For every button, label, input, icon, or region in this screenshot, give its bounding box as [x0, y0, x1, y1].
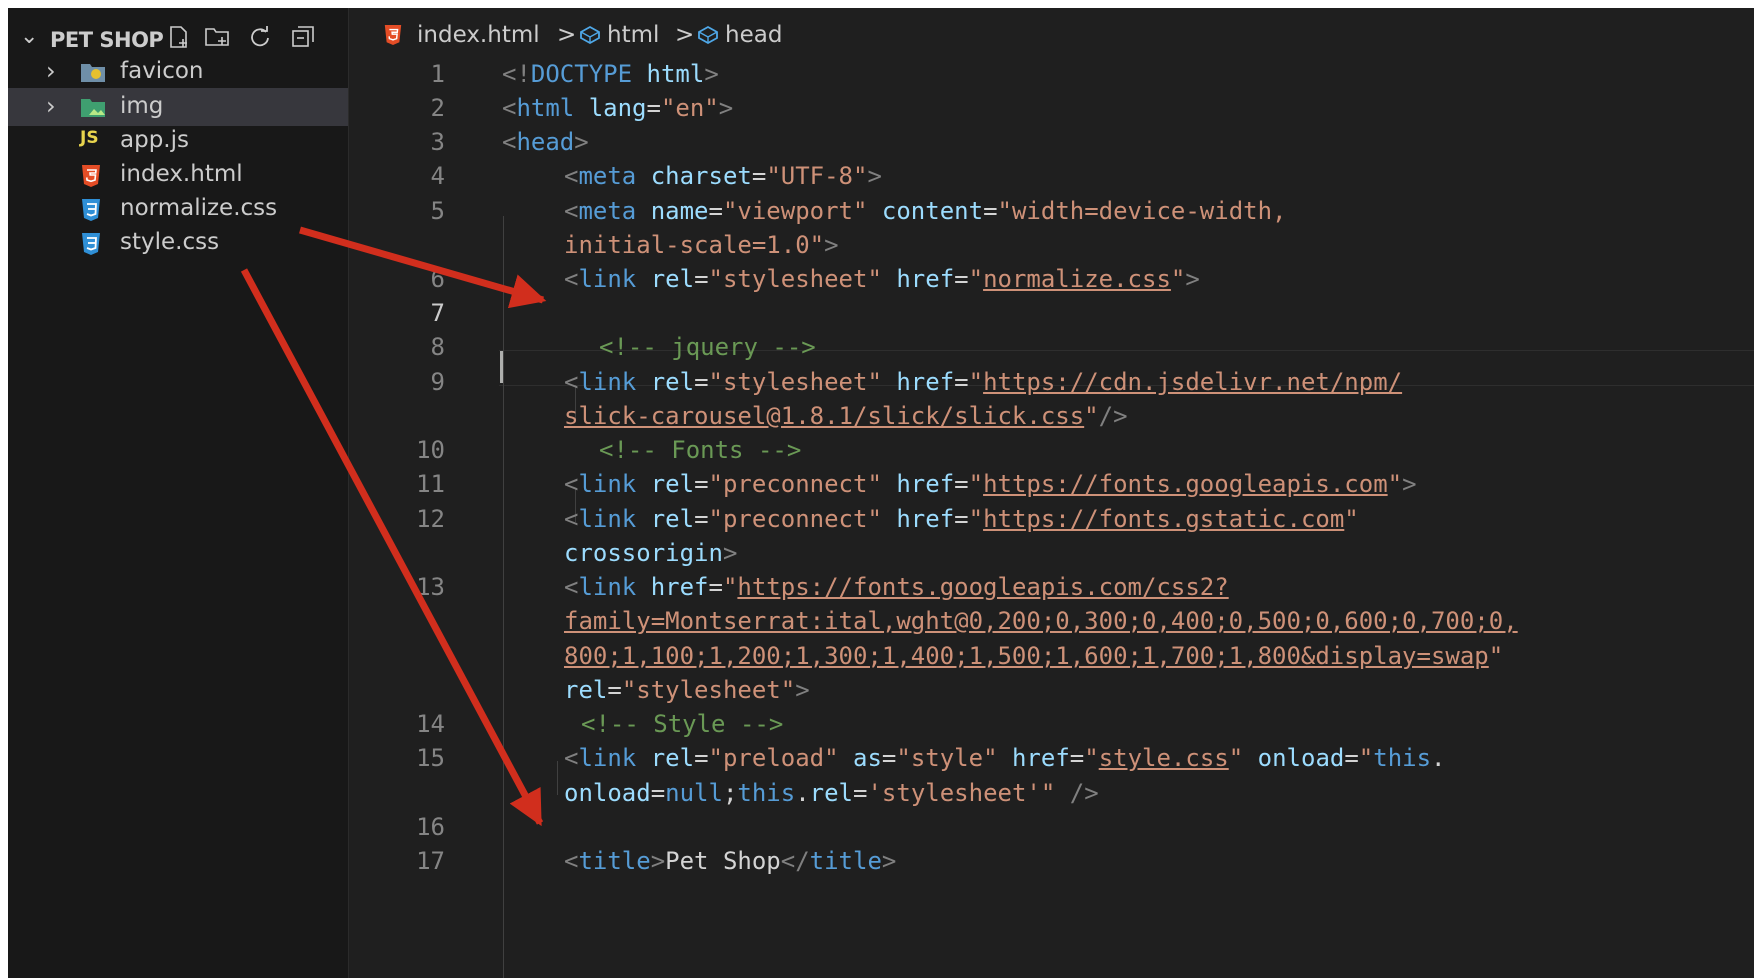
arrow-style-css: [240, 268, 544, 827]
vscode-window: ⌄ PET SHOP › favicon › img JS app.js ind…: [8, 8, 1754, 978]
annotation-arrows: [240, 226, 547, 827]
arrow-normalize-css: [299, 226, 547, 309]
